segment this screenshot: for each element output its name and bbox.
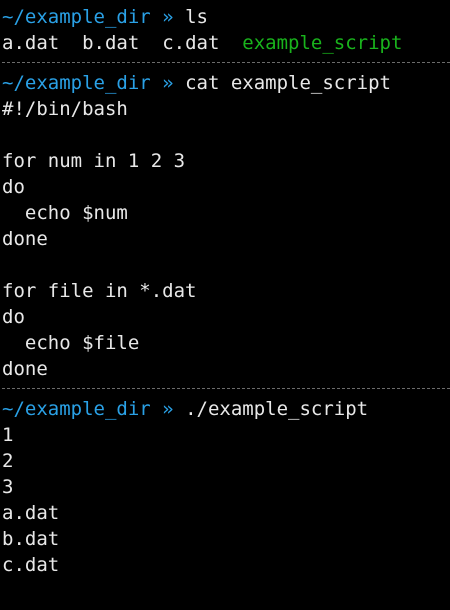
output-line: for num in 1 2 3 — [2, 150, 186, 172]
output-line: c.dat — [2, 554, 60, 576]
prompt-path: ~/example_dir — [2, 6, 151, 28]
output-line: 2 — [2, 450, 14, 472]
executable-file-name: example_script — [242, 32, 403, 54]
output-line: #!/bin/bash — [2, 98, 128, 120]
command-text: cat example_script — [185, 72, 391, 94]
file-name: b.dat — [82, 32, 140, 54]
prompt-line: ~/example_dir » ./example_script — [2, 396, 450, 422]
output-line: done — [2, 228, 48, 250]
output-line: for file in *.dat — [2, 280, 197, 302]
separator-line — [2, 56, 450, 70]
output-line: echo $num — [2, 202, 128, 224]
prompt-symbol: » — [162, 72, 174, 94]
output-line: do — [2, 306, 25, 328]
separator-line — [2, 382, 450, 396]
prompt-line: ~/example_dir » cat example_script — [2, 70, 450, 96]
command-text: ./example_script — [185, 398, 369, 420]
prompt-symbol: » — [162, 6, 174, 28]
output-line: a.dat — [2, 502, 60, 524]
prompt-path: ~/example_dir — [2, 398, 151, 420]
output-line: do — [2, 176, 25, 198]
prompt-path: ~/example_dir — [2, 72, 151, 94]
prompt-symbol: » — [162, 398, 174, 420]
file-name: c.dat — [162, 32, 220, 54]
output-line: 1 — [2, 424, 14, 446]
ls-output-line: a.dat b.dat c.dat example_script — [2, 30, 450, 56]
prompt-line: ~/example_dir » ls — [2, 4, 450, 30]
command-text: ls — [185, 6, 208, 28]
output-line: 3 — [2, 476, 14, 498]
output-line: echo $file — [2, 332, 140, 354]
output-line: b.dat — [2, 528, 60, 550]
output-line: done — [2, 358, 48, 380]
terminal-window[interactable]: ~/example_dir » ls a.dat b.dat c.dat exa… — [0, 0, 450, 610]
file-name: a.dat — [2, 32, 60, 54]
